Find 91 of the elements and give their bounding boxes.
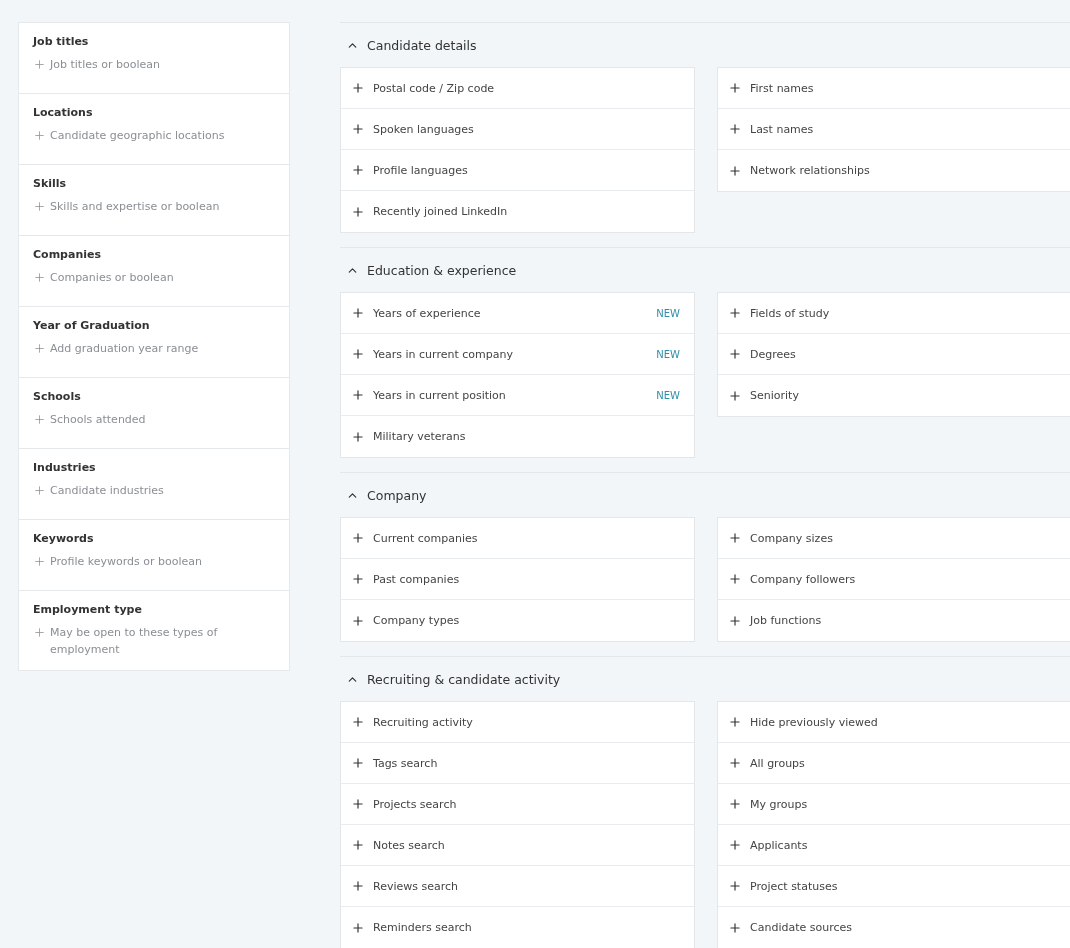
plus-icon	[728, 122, 742, 136]
plus-icon	[351, 879, 365, 893]
plus-icon	[728, 838, 742, 852]
plus-icon	[33, 484, 46, 497]
filter-title: Companies	[33, 248, 102, 261]
plus-icon	[728, 306, 742, 320]
plus-icon	[728, 163, 742, 178]
plus-icon	[33, 58, 46, 71]
filter-option[interactable]: Reminders search	[341, 907, 694, 948]
plus-icon	[351, 756, 365, 770]
filter-option[interactable]: Seniority	[718, 375, 1070, 416]
add-filter-link[interactable]: Candidate industries	[33, 482, 275, 499]
plus-icon	[728, 81, 742, 95]
filter-title: Locations	[33, 106, 94, 119]
filter-option[interactable]: Military veterans	[341, 416, 694, 457]
section-header[interactable]: Company	[340, 473, 433, 517]
plus-icon	[728, 347, 742, 361]
plus-icon	[351, 572, 365, 586]
plus-icon	[728, 388, 742, 403]
new-label: NEW	[656, 348, 680, 360]
filter-option[interactable]: Network relationships	[718, 150, 1070, 191]
filter-option[interactable]: Hide previously viewed	[718, 702, 1070, 743]
filter-title: Year of Graduation	[33, 319, 151, 332]
plus-icon	[351, 797, 365, 811]
filter-option[interactable]: Fields of study	[718, 293, 1070, 334]
filter-option[interactable]: Projects search	[341, 784, 694, 825]
plus-icon	[33, 413, 46, 426]
section-header[interactable]: Education & experience	[340, 248, 523, 292]
filter-option[interactable]: Years of experience NEW	[341, 293, 694, 334]
plus-icon	[351, 715, 365, 729]
filter-option[interactable]: Tags search	[341, 743, 694, 784]
filter-title: Job titles	[33, 35, 90, 48]
plus-icon	[728, 797, 742, 811]
filter-option[interactable]: Recently joined LinkedIn	[341, 191, 694, 232]
filter-option[interactable]: My groups	[718, 784, 1070, 825]
filter-title: Employment type	[33, 603, 143, 616]
filter-option[interactable]: Company followers	[718, 559, 1070, 600]
plus-icon	[728, 715, 742, 729]
filter-option[interactable]: All groups	[718, 743, 1070, 784]
plus-icon	[351, 306, 365, 320]
plus-icon	[351, 122, 365, 136]
filter-option[interactable]: Company types	[341, 600, 694, 641]
plus-icon	[351, 838, 365, 852]
plus-icon	[351, 920, 365, 935]
section-header[interactable]: Recruiting & candidate activity	[340, 657, 567, 701]
filter-option[interactable]: Spoken languages	[341, 109, 694, 150]
filter-option[interactable]: Last names	[718, 109, 1070, 150]
new-label: NEW	[656, 307, 680, 319]
filter-option[interactable]: First names	[718, 68, 1070, 109]
plus-icon	[33, 555, 46, 568]
plus-icon	[351, 531, 365, 545]
plus-icon	[33, 129, 46, 142]
filter-option[interactable]: Job functions	[718, 600, 1070, 641]
filter-option[interactable]: Candidate sources	[718, 907, 1070, 948]
plus-icon	[351, 347, 365, 361]
plus-icon	[351, 429, 365, 444]
section-header[interactable]: Candidate details	[340, 23, 483, 67]
plus-icon	[728, 613, 742, 628]
plus-icon	[351, 388, 365, 402]
filter-title: Skills	[33, 177, 68, 190]
filter-option[interactable]: Degrees	[718, 334, 1070, 375]
plus-icon	[33, 271, 46, 284]
filter-option[interactable]: Company sizes	[718, 518, 1070, 559]
plus-icon	[728, 920, 742, 935]
add-filter-link[interactable]: Companies or boolean	[33, 269, 275, 286]
filter-option[interactable]: Postal code / Zip code	[341, 68, 694, 109]
filter-option[interactable]: Applicants	[718, 825, 1070, 866]
plus-icon	[351, 204, 365, 219]
plus-icon	[33, 626, 46, 639]
filter-option[interactable]: Reviews search	[341, 866, 694, 907]
filter-title: Industries	[33, 461, 97, 474]
filter-option[interactable]: Notes search	[341, 825, 694, 866]
plus-icon	[33, 342, 46, 355]
plus-icon	[728, 531, 742, 545]
filter-option[interactable]: Years in current company NEW	[341, 334, 694, 375]
plus-icon	[728, 879, 742, 893]
plus-icon	[728, 572, 742, 586]
filter-option[interactable]: Current companies	[341, 518, 694, 559]
filter-option[interactable]: Profile languages	[341, 150, 694, 191]
filter-title: Keywords	[33, 532, 95, 545]
new-label: NEW	[656, 389, 680, 401]
filter-option[interactable]: Years in current position NEW	[341, 375, 694, 416]
filter-option[interactable]: Past companies	[341, 559, 694, 600]
plus-icon	[351, 613, 365, 628]
plus-icon	[351, 163, 365, 177]
plus-icon	[33, 200, 46, 213]
filter-option[interactable]: Recruiting activity	[341, 702, 694, 743]
plus-icon	[351, 81, 365, 95]
filter-title: Schools	[33, 390, 82, 403]
filter-option[interactable]: Project statuses	[718, 866, 1070, 907]
plus-icon	[728, 756, 742, 770]
